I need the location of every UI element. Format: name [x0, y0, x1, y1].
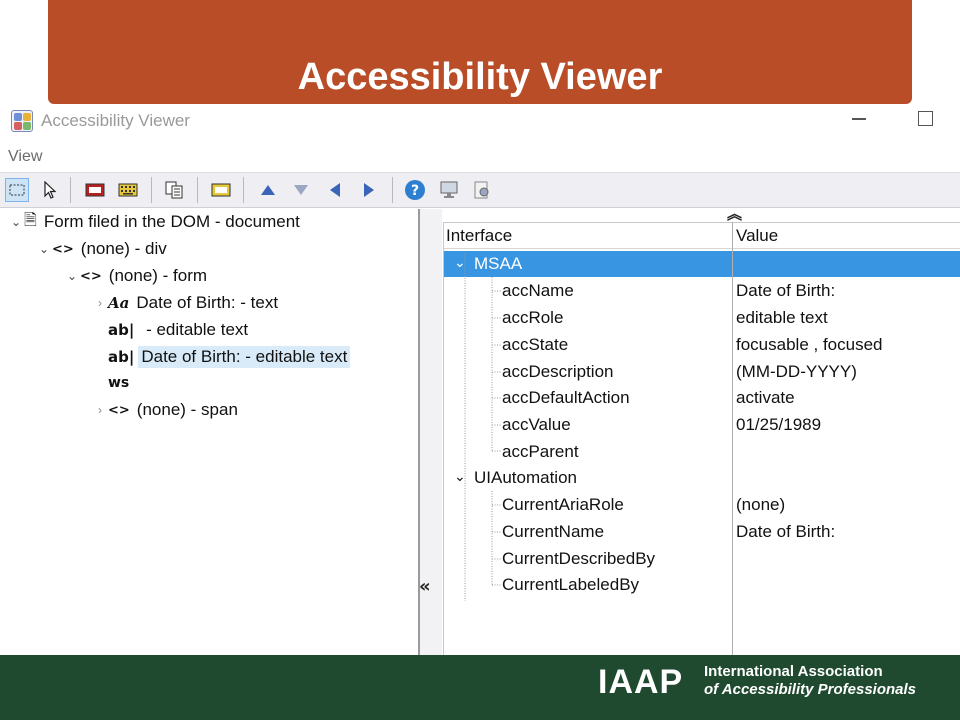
highlight-yellow-icon[interactable]	[209, 178, 233, 202]
property-name: accParent	[502, 442, 579, 461]
element-icon: <>	[80, 268, 102, 284]
tree-node[interactable]: ab| - editable text	[108, 317, 251, 343]
monitor-icon[interactable]	[437, 178, 461, 202]
property-name: CurrentLabeledBy	[502, 575, 640, 594]
app-icon	[11, 110, 33, 132]
tree-node-label: - editable text	[141, 320, 249, 339]
column-header-value[interactable]: Value	[733, 223, 960, 249]
editable-text-icon: ab|	[108, 321, 135, 339]
property-name: accName	[502, 281, 574, 300]
navigate-down-icon[interactable]	[289, 178, 313, 202]
org-name-line2: of Accessibility Professionals	[704, 681, 917, 698]
tree-node[interactable]: ⌄ <> (none) - form	[64, 263, 210, 289]
property-value: Date of Birth:	[736, 522, 836, 541]
property-value: (MM-DD-YYYY)	[736, 362, 857, 381]
property-row[interactable]: accDescription (MM-DD-YYYY)	[444, 359, 960, 385]
highlight-red-icon[interactable]	[83, 178, 107, 202]
tree-node-label: Date of Birth: - editable text	[138, 346, 351, 368]
minimize-button[interactable]	[852, 118, 866, 120]
element-icon: <>	[108, 402, 130, 418]
tree-connector-lines	[464, 253, 502, 601]
property-name: accValue	[502, 415, 571, 434]
navigate-right-icon[interactable]	[357, 178, 381, 202]
property-row[interactable]: accState focusable , focused	[444, 332, 960, 358]
property-name: accDescription	[502, 362, 614, 381]
keyboard-icon[interactable]	[116, 178, 140, 202]
property-value: focusable , focused	[736, 335, 883, 354]
property-name: accDefaultAction	[502, 388, 630, 407]
chevron-down-icon[interactable]: ⌄	[64, 269, 80, 283]
copy-icon[interactable]	[162, 178, 186, 202]
property-row[interactable]: CurrentDescribedBy	[444, 546, 960, 572]
text-icon: Aa	[108, 294, 130, 312]
chevron-right-icon[interactable]: ›	[92, 403, 108, 417]
editable-text-icon: ab|	[108, 348, 135, 366]
tree-node[interactable]: ⌄ <> (none) - div	[36, 236, 170, 262]
tree-node[interactable]: › Aa Date of Birth: - text	[92, 290, 281, 316]
property-row[interactable]: CurrentAriaRole (none)	[444, 492, 960, 518]
property-group-msaa[interactable]: ⌄ MSAA	[444, 251, 960, 277]
property-value: editable text	[736, 308, 828, 327]
property-value: 01/25/1989	[736, 415, 822, 434]
property-name: CurrentDescribedBy	[502, 549, 656, 568]
property-value: activate	[736, 388, 795, 407]
tree-node-selected[interactable]: ab| Date of Birth: - editable text	[108, 344, 351, 370]
navigate-up-icon[interactable]	[256, 178, 280, 202]
collapse-up-icon[interactable]: ︽	[727, 203, 742, 224]
chevron-down-icon[interactable]: ⌄	[8, 215, 24, 229]
property-row[interactable]: accParent	[444, 439, 960, 465]
tree-node[interactable]: ⌄ 🗎 Form filed in the DOM - document	[8, 209, 303, 235]
iaap-logo: IAAP	[598, 663, 684, 701]
tree-node-label: (none) - div	[80, 239, 167, 258]
select-rectangle-icon[interactable]	[5, 178, 29, 202]
pointer-icon[interactable]	[38, 178, 62, 202]
help-icon[interactable]: ?	[403, 178, 427, 202]
slide-title: Accessibility Viewer	[297, 56, 663, 98]
svg-text:?: ?	[411, 183, 419, 199]
tree-node-label: (none) - form	[108, 266, 208, 285]
tree-node-label	[133, 382, 139, 384]
tree-node-label: Date of Birth: - text	[136, 293, 279, 312]
maximize-button[interactable]	[918, 111, 933, 126]
column-header-interface[interactable]: Interface	[444, 223, 732, 249]
property-row[interactable]: accRole editable text	[444, 305, 960, 331]
property-row[interactable]: CurrentLabeledBy	[444, 572, 960, 598]
chevron-down-icon[interactable]: ⌄	[36, 242, 52, 256]
property-name: accState	[502, 335, 569, 354]
tree-node[interactable]: › <> (none) - span	[92, 397, 241, 423]
property-row[interactable]: accName Date of Birth:	[444, 278, 960, 304]
element-icon: <>	[52, 241, 74, 257]
navigate-left-icon[interactable]	[323, 178, 347, 202]
menu-bar	[0, 146, 960, 170]
property-value: (none)	[736, 495, 786, 514]
whitespace-icon: ws	[108, 375, 130, 391]
property-row[interactable]: accValue 01/25/1989	[444, 412, 960, 438]
document-icon: 🗎	[24, 209, 37, 229]
property-value: Date of Birth:	[736, 281, 836, 300]
tree-node-label: (none) - span	[136, 400, 238, 419]
org-name-line1: International Association	[704, 663, 883, 680]
property-row[interactable]: accDefaultAction activate	[444, 385, 960, 411]
property-row[interactable]: CurrentName Date of Birth:	[444, 519, 960, 545]
chevron-right-icon[interactable]: ›	[92, 296, 108, 310]
property-group-uiautomation[interactable]: ⌄ UIAutomation	[444, 465, 960, 491]
collapse-left-icon[interactable]: «	[419, 576, 431, 597]
tree-node[interactable]: ws	[108, 370, 139, 396]
property-name: CurrentAriaRole	[502, 495, 624, 514]
window-title: Accessibility Viewer	[41, 111, 190, 130]
property-name: CurrentName	[502, 522, 605, 541]
property-name: accRole	[502, 308, 564, 327]
column-divider[interactable]	[732, 222, 733, 655]
settings-document-icon[interactable]	[470, 178, 494, 202]
menu-view[interactable]: View	[8, 148, 42, 166]
tree-node-label: Form filed in the DOM - document	[43, 212, 300, 231]
